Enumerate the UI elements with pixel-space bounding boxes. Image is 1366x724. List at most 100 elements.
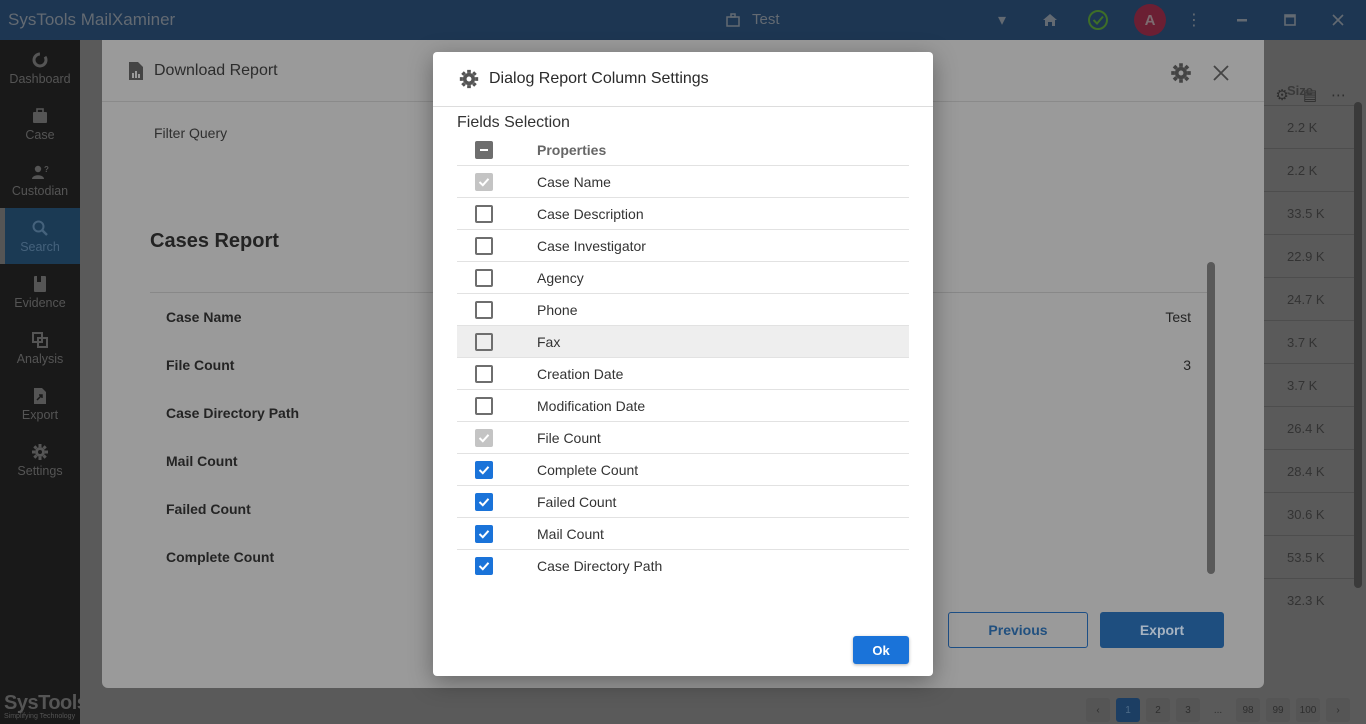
more-vert-icon[interactable]: ⋮ bbox=[1182, 8, 1206, 32]
report-row-key: Mail Count bbox=[166, 453, 238, 469]
page-button[interactable]: 3 bbox=[1176, 698, 1200, 722]
field-row[interactable]: Case Directory Path bbox=[457, 550, 909, 582]
sidebar-item-label: Case bbox=[25, 127, 55, 142]
sidebar-item-label: Export bbox=[21, 407, 59, 422]
field-checkbox[interactable] bbox=[475, 524, 493, 543]
svg-text:?: ? bbox=[44, 165, 49, 174]
sidebar-item-case[interactable]: Case bbox=[0, 96, 80, 152]
sidebar-item-dashboard[interactable]: Dashboard bbox=[0, 40, 80, 96]
dialog-actions bbox=[1170, 62, 1232, 84]
title-bar: SysTools MailXaminer Test ▾ A ⋮ bbox=[0, 0, 1366, 40]
field-checkbox[interactable] bbox=[475, 364, 493, 383]
field-row[interactable]: Fax bbox=[457, 326, 909, 358]
page-button[interactable]: 98 bbox=[1236, 698, 1260, 722]
size-cell: 30.6 K bbox=[1264, 492, 1354, 535]
minimize-icon[interactable] bbox=[1230, 8, 1254, 32]
field-label: Case Description bbox=[537, 205, 644, 222]
select-all-checkbox[interactable] bbox=[475, 140, 493, 159]
report-row-key: Failed Count bbox=[166, 501, 251, 517]
fields-table: Properties Case Name Case Description Case… bbox=[457, 134, 909, 582]
column-settings-dialog: Dialog Report Column Settings Fields Sel… bbox=[433, 52, 933, 676]
sidebar-item-search[interactable]: Search bbox=[0, 208, 80, 264]
gear-icon bbox=[459, 69, 479, 89]
field-row[interactable]: Agency bbox=[457, 262, 909, 294]
sidebar-item-analysis[interactable]: Analysis bbox=[0, 320, 80, 376]
custodian-icon: ? bbox=[32, 165, 49, 179]
field-label: Agency bbox=[537, 269, 584, 286]
status-ok-icon[interactable] bbox=[1086, 8, 1110, 32]
field-label: Case Directory Path bbox=[537, 558, 663, 574]
field-row[interactable]: Modification Date bbox=[457, 390, 909, 422]
size-cell: 3.7 K bbox=[1264, 320, 1354, 363]
report-title: Cases Report bbox=[150, 230, 279, 252]
report-scrollbar[interactable] bbox=[1207, 262, 1215, 574]
prev-page-button[interactable]: ‹ bbox=[1086, 698, 1110, 722]
export-icon bbox=[34, 387, 46, 404]
search-icon bbox=[32, 220, 48, 236]
field-checkbox[interactable] bbox=[475, 236, 493, 255]
sidebar-item-evidence[interactable]: Evidence bbox=[0, 264, 80, 320]
size-cell: 22.9 K bbox=[1264, 234, 1354, 277]
export-button[interactable]: Export bbox=[1100, 612, 1224, 648]
size-cell: 24.7 K bbox=[1264, 277, 1354, 320]
filter-query-label: Filter Query bbox=[154, 125, 228, 141]
ok-button[interactable]: Ok bbox=[853, 636, 909, 664]
field-label: Complete Count bbox=[537, 461, 639, 478]
app-title: SysTools MailXaminer bbox=[8, 10, 176, 29]
chevron-down-icon[interactable]: ▾ bbox=[990, 8, 1014, 32]
page-button[interactable]: 1 bbox=[1116, 698, 1140, 722]
dashboard-icon bbox=[32, 52, 48, 67]
brand-tagline: Simplifying Technology bbox=[4, 713, 76, 720]
page-ellipsis: ... bbox=[1213, 704, 1223, 716]
user-avatar[interactable]: A bbox=[1134, 4, 1166, 36]
field-checkbox[interactable] bbox=[475, 332, 493, 351]
case-selector[interactable]: Test bbox=[726, 11, 780, 28]
page-button[interactable]: 99 bbox=[1266, 698, 1290, 722]
previous-button[interactable]: Previous bbox=[948, 612, 1088, 648]
field-checkbox[interactable] bbox=[475, 396, 493, 415]
dialog-title: Dialog Report Column Settings bbox=[489, 70, 709, 87]
field-row[interactable]: Creation Date bbox=[457, 358, 909, 390]
field-row[interactable]: Case Name bbox=[457, 166, 909, 198]
field-label: Creation Date bbox=[537, 365, 624, 382]
page-button[interactable]: 2 bbox=[1146, 698, 1170, 722]
field-checkbox[interactable] bbox=[475, 300, 493, 319]
field-label: Phone bbox=[537, 301, 578, 318]
field-label: Case Investigator bbox=[537, 237, 646, 254]
field-row[interactable]: Case Description bbox=[457, 198, 909, 230]
close-icon[interactable] bbox=[1326, 8, 1350, 32]
field-checkbox[interactable] bbox=[475, 460, 493, 479]
field-label: Case Name bbox=[537, 173, 611, 190]
page-button[interactable]: 100 bbox=[1296, 698, 1320, 722]
field-checkbox[interactable] bbox=[475, 557, 493, 575]
maximize-icon[interactable] bbox=[1278, 8, 1302, 32]
fields-header-row: Properties bbox=[457, 134, 909, 166]
field-checkbox[interactable] bbox=[475, 268, 493, 287]
size-column-header[interactable]: Size bbox=[1264, 83, 1354, 105]
gear-icon[interactable] bbox=[1170, 62, 1192, 84]
field-row[interactable]: Complete Count bbox=[457, 454, 909, 486]
evidence-icon bbox=[34, 275, 46, 292]
next-page-button[interactable]: › bbox=[1326, 698, 1350, 722]
size-cell: 2.2 K bbox=[1264, 105, 1354, 148]
report-row-key: Case Directory Path bbox=[166, 405, 300, 421]
field-checkbox[interactable] bbox=[475, 204, 493, 223]
field-row[interactable]: Phone bbox=[457, 294, 909, 326]
field-row[interactable]: Case Investigator bbox=[457, 230, 909, 262]
field-checkbox[interactable] bbox=[475, 492, 493, 511]
sidebar-item-export[interactable]: Export bbox=[0, 376, 80, 432]
field-row[interactable]: Mail Count bbox=[457, 518, 909, 550]
field-label: Failed Count bbox=[537, 493, 617, 510]
field-row[interactable]: Failed Count bbox=[457, 486, 909, 518]
field-label: Fax bbox=[537, 333, 561, 350]
sidebar-item-label: Settings bbox=[17, 463, 63, 478]
close-icon[interactable] bbox=[1210, 62, 1232, 84]
analysis-icon bbox=[32, 331, 48, 348]
size-cell: 33.5 K bbox=[1264, 191, 1354, 234]
home-icon[interactable] bbox=[1038, 8, 1062, 32]
sidebar-item-settings[interactable]: Settings bbox=[0, 432, 80, 488]
field-row[interactable]: File Count bbox=[457, 422, 909, 454]
table-scrollbar[interactable] bbox=[1354, 102, 1362, 588]
sidebar-item-custodian[interactable]: ? Custodian bbox=[0, 152, 80, 208]
sidebar-item-label: Analysis bbox=[16, 351, 64, 366]
